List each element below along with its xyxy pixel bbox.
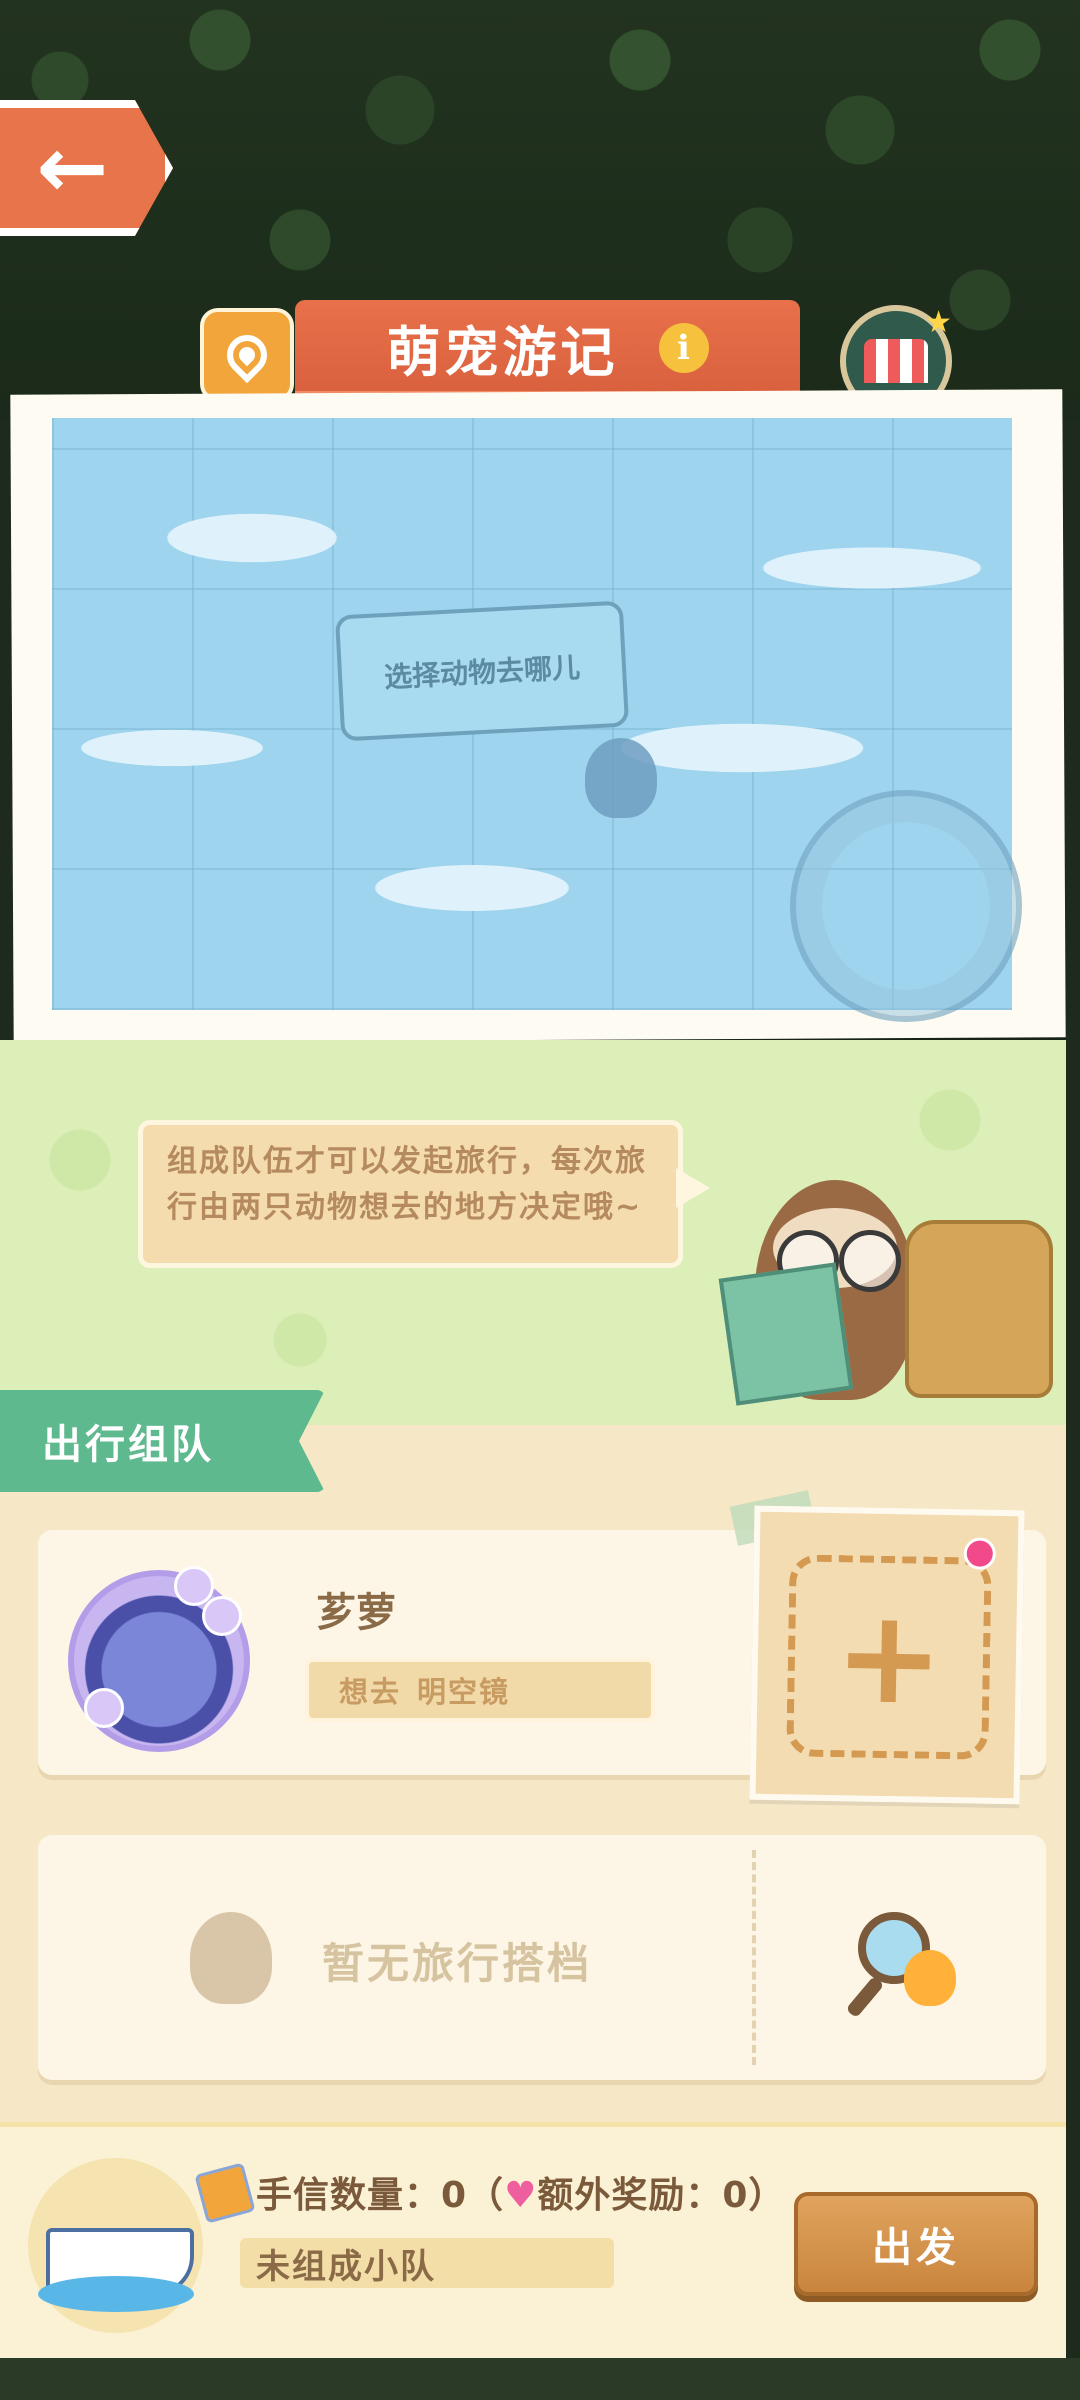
flower-icon	[202, 1596, 242, 1636]
star-icon: ★	[925, 305, 952, 340]
notification-dot	[963, 1537, 997, 1570]
wish-place: 明空镜	[417, 1675, 511, 1709]
back-arrow-icon: ←	[36, 118, 109, 218]
add-partner-button[interactable]: +	[749, 1505, 1025, 1805]
depart-button[interactable]: 出发	[794, 2192, 1038, 2296]
extra-reward-text: 额外奖励：0）	[537, 2175, 786, 2216]
bottom-edge	[0, 2358, 1080, 2400]
compass-icon	[790, 790, 1022, 1022]
backpack-icon	[905, 1220, 1053, 1398]
team-status: 未组成小队	[240, 2238, 614, 2288]
map-pin-icon	[218, 326, 276, 384]
map-pin-button[interactable]	[200, 308, 294, 402]
guide-tip: 组成队伍才可以发起旅行，每次旅行由两只动物想去的地方决定哦~	[138, 1120, 683, 1268]
empty-partner-icon	[190, 1912, 272, 2004]
animal-silhouette-icon	[585, 738, 657, 818]
partner-divider	[752, 1850, 756, 2065]
ship-icon	[28, 2158, 203, 2333]
info-icon[interactable]: i	[658, 322, 709, 373]
add-slot-frame: +	[786, 1554, 992, 1760]
depart-label: 出发	[872, 2225, 960, 2271]
title-banner: 萌宠游记 i	[295, 300, 800, 395]
wish-tag: 想去 明空镜	[305, 1658, 655, 1722]
team-section-label: 出行组队	[42, 1422, 214, 1468]
map-hint-bubble: 选择动物去哪儿	[334, 600, 630, 742]
page-title: 萌宠游记	[386, 321, 619, 384]
guide-tip-tail	[676, 1168, 710, 1208]
no-partner-text: 暂无旅行搭档	[322, 1939, 593, 1988]
plus-icon: +	[833, 1580, 945, 1734]
wish-label: 想去	[339, 1675, 402, 1709]
owl-guide-illustration	[715, 1160, 1055, 1430]
glasses-icon	[839, 1230, 901, 1292]
pet-avatar[interactable]	[68, 1566, 250, 1752]
chick-icon	[904, 1950, 956, 2006]
wave-decoration	[38, 2276, 194, 2312]
letter-count-text: 手信数量：0（	[256, 2175, 505, 2216]
letter-count: 手信数量：0（♥额外奖励：0）	[256, 2166, 785, 2218]
map-hint-text: 选择动物去哪儿	[383, 650, 581, 695]
member-name: 芗萝	[316, 1590, 396, 1636]
team-section-tab: 出行组队	[0, 1390, 325, 1492]
owl-map-icon	[718, 1262, 854, 1406]
heart-icon: ♥	[504, 2175, 538, 2216]
shop-icon	[864, 339, 928, 383]
flower-icon	[84, 1688, 124, 1728]
